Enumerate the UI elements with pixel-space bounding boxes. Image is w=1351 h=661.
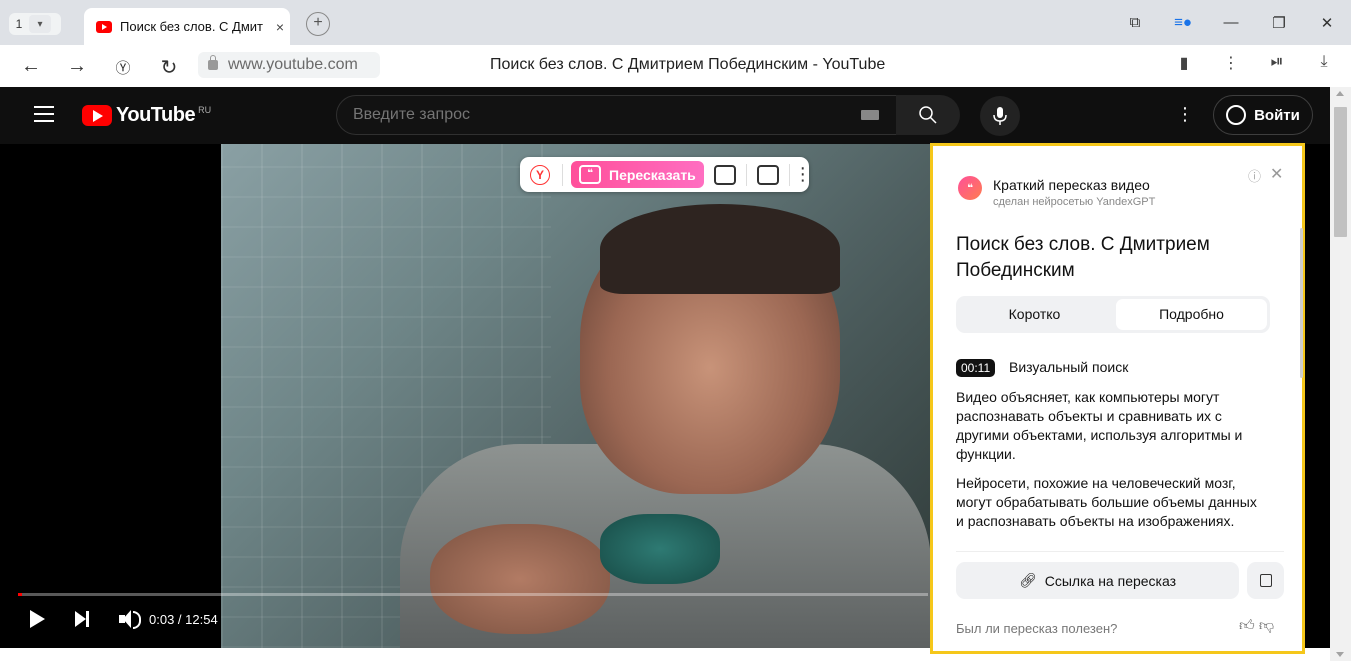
youtube-wordmark: YouTube: [116, 104, 196, 126]
video-progress-bar[interactable]: [18, 593, 928, 596]
scroll-thumb[interactable]: [1334, 107, 1347, 237]
tab-count: 1: [15, 17, 23, 31]
panel-subheader: сделан нейросетью YandexGPT: [993, 196, 1156, 208]
scroll-down-icon[interactable]: [1336, 652, 1344, 657]
retell-button[interactable]: ❝ Пересказать: [571, 161, 704, 188]
retell-label: Пересказать: [609, 166, 696, 183]
summary-paragraph: Нейросети, похожие на человеческий мозг,…: [956, 475, 1257, 529]
page-title: Поиск без слов. С Дмитрием Побединским -…: [490, 56, 886, 73]
download-icon[interactable]: ⤓: [1312, 53, 1336, 71]
video-person-hand: [430, 524, 610, 634]
address-bar-row: ← → Ⓨ ↻ www.youtube.com Поиск без слов. …: [0, 45, 1351, 88]
time-display: 0:03 / 12:54: [149, 611, 218, 627]
link-icon: 🔗︎: [1018, 572, 1037, 588]
reload-icon[interactable]: ↻: [158, 55, 180, 80]
share-link-button[interactable]: 🔗︎ Ссылка на пересказ: [956, 562, 1239, 599]
close-icon[interactable]: ✕: [1270, 164, 1283, 184]
thumbs-up-icon[interactable]: 👍︎: [1239, 617, 1255, 634]
picture-in-picture-icon[interactable]: [756, 164, 779, 185]
lock-icon: [208, 55, 218, 70]
section-title: Визуальный поиск: [1009, 359, 1129, 375]
signin-label: Войти: [1254, 106, 1300, 124]
close-window-icon[interactable]: ✕: [1303, 14, 1351, 32]
tab-group-counter[interactable]: 1 ▾: [9, 13, 61, 35]
youtube-favicon-icon: [96, 20, 112, 33]
feedback-buttons: 👍︎ 👎︎: [1239, 617, 1274, 635]
share-link-label: Ссылка на пересказ: [1044, 572, 1177, 589]
hamburger-icon[interactable]: [34, 106, 54, 127]
info-icon[interactable]: ⓘ: [1248, 166, 1261, 185]
back-icon[interactable]: ←: [20, 55, 42, 78]
browser-tab-youtube[interactable]: Поиск без слов. С Дмит ×: [84, 8, 290, 45]
tab-detailed[interactable]: Подробно: [1116, 299, 1267, 330]
feedback-question: Был ли пересказ полезен?: [956, 621, 1118, 636]
url-field[interactable]: www.youtube.com: [198, 52, 380, 78]
more-kebab-icon[interactable]: ⋮: [794, 164, 812, 185]
region-label: RU: [198, 104, 212, 115]
tab-title: Поиск без слов. С Дмит: [120, 19, 263, 34]
tab-strip: 1 ▾ Поиск без слов. С Дмит × + ⧉ ≡● — ❐ …: [0, 0, 1351, 45]
player-controls: 0:03 / 12:54: [30, 610, 218, 629]
separator: [745, 163, 747, 186]
video-overlay-toolbar: Y ❝ Пересказать ⋮: [520, 157, 812, 192]
search-input[interactable]: [337, 105, 861, 125]
youtube-logo[interactable]: YouTube RU: [82, 104, 211, 127]
summary-paragraph: Видео объясняет, как компьютеры могут ра…: [956, 389, 1243, 462]
tabs-menu-icon[interactable]: ≡●: [1159, 14, 1207, 31]
panel-header: Краткий пересказ видео: [993, 177, 1150, 193]
microphone-icon: [993, 107, 1007, 125]
collections-icon[interactable]: ⧉: [1111, 14, 1159, 31]
signin-button[interactable]: Войти: [1213, 95, 1313, 135]
settings-kebab-icon[interactable]: ⋮: [1176, 104, 1194, 125]
summary-panel: ❝ Краткий пересказ видео сделан нейросет…: [930, 143, 1305, 654]
volume-icon[interactable]: [119, 610, 141, 629]
video-chameleon: [600, 514, 720, 584]
keyboard-icon[interactable]: [861, 110, 879, 120]
subtitles-icon[interactable]: [713, 164, 736, 185]
yandex-icon[interactable]: Y: [530, 164, 550, 185]
video-person-hair: [600, 204, 840, 294]
quote-icon: ❝: [579, 165, 601, 184]
window-controls: ⧉ ≡● — ❐ ✕: [1111, 0, 1351, 45]
divider: [956, 551, 1284, 552]
yandex-icon[interactable]: Ⓨ: [112, 57, 134, 78]
close-tab-icon[interactable]: ×: [270, 19, 290, 35]
bookmark-icon[interactable]: ▮: [1172, 53, 1196, 73]
copy-button[interactable]: [1247, 562, 1284, 599]
scroll-up-icon[interactable]: [1336, 91, 1344, 96]
page-scrollbar[interactable]: [1330, 87, 1351, 661]
play-icon[interactable]: [30, 610, 45, 628]
youtube-play-icon: [82, 105, 112, 126]
account-icon: [1226, 105, 1247, 125]
youtube-header: YouTube RU ⋮ Войти: [0, 87, 1330, 144]
yandexgpt-logo-icon: ❝: [958, 176, 982, 200]
search-icon: [919, 106, 937, 124]
search-button[interactable]: [896, 95, 960, 135]
separator: [788, 163, 790, 186]
search-box: [336, 95, 898, 135]
thumbs-down-icon[interactable]: 👎︎: [1259, 617, 1274, 634]
progress-fill: [18, 593, 22, 596]
menu-kebab-icon[interactable]: ⋮: [1219, 53, 1243, 73]
timestamp-badge[interactable]: 00:11: [956, 359, 996, 377]
maximize-icon[interactable]: ❐: [1255, 14, 1303, 32]
separator: [562, 163, 563, 186]
video-title: Поиск без слов. С Дмитрием Побединским: [956, 234, 1210, 281]
chevron-down-icon[interactable]: ▾: [29, 15, 51, 33]
media-icon[interactable]: ⏯: [1265, 53, 1289, 71]
tab-short[interactable]: Коротко: [959, 299, 1110, 330]
forward-icon[interactable]: →: [66, 55, 88, 78]
summary-length-tabs: Коротко Подробно: [956, 296, 1270, 333]
next-icon[interactable]: [75, 611, 89, 627]
url-text: www.youtube.com: [228, 56, 358, 73]
minimize-icon[interactable]: —: [1207, 14, 1255, 31]
copy-icon: [1259, 574, 1272, 587]
panel-scrollbar[interactable]: [1300, 228, 1303, 378]
voice-search-button[interactable]: [980, 96, 1020, 136]
new-tab-button[interactable]: +: [306, 12, 330, 36]
